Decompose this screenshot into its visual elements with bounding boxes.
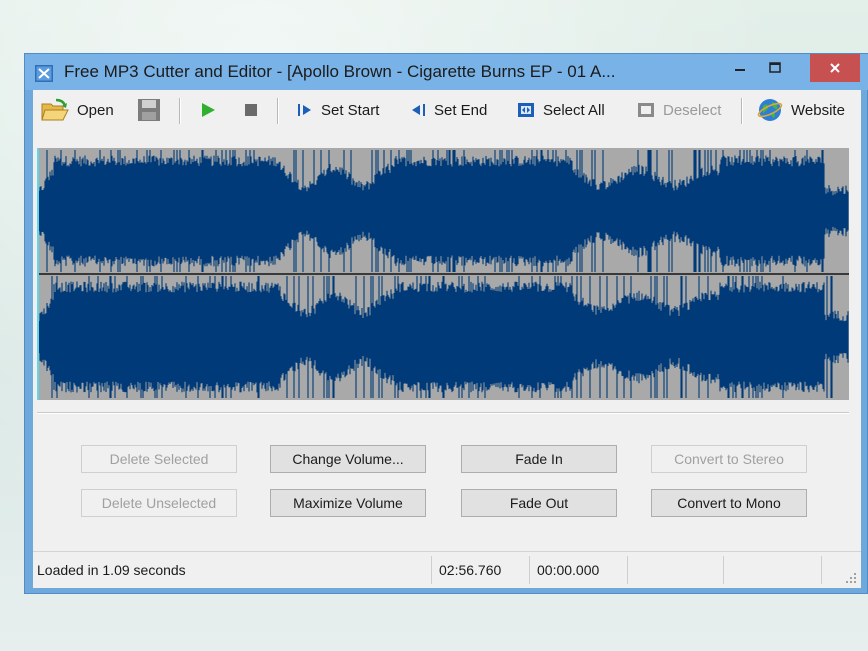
minimize-button[interactable] xyxy=(725,54,755,82)
close-button[interactable] xyxy=(810,54,860,82)
status-separator xyxy=(627,556,628,584)
deselect-icon xyxy=(638,103,654,117)
play-icon xyxy=(202,103,215,117)
playback-cursor[interactable] xyxy=(37,148,39,400)
save-icon xyxy=(138,99,160,121)
delete-unselected-button[interactable]: Delete Unselected xyxy=(81,489,237,517)
toolbar-separator xyxy=(179,98,181,124)
app-icon xyxy=(35,65,53,82)
status-position: 00:00.000 xyxy=(537,562,600,578)
panel-divider xyxy=(37,412,849,414)
app-window: Free MP3 Cutter and Editor - [Apollo Bro… xyxy=(24,53,868,594)
waveform-svg xyxy=(37,150,849,398)
resize-grip-icon[interactable] xyxy=(845,572,857,584)
status-bar: Loaded in 1.09 seconds 02:56.760 00:00.0… xyxy=(33,551,861,588)
play-button[interactable] xyxy=(199,97,217,123)
minimize-icon xyxy=(735,69,745,71)
fade-out-button[interactable]: Fade Out xyxy=(461,489,617,517)
status-separator xyxy=(431,556,432,584)
channel-divider xyxy=(37,273,849,275)
deselect-label: Deselect xyxy=(663,101,722,119)
set-end-icon xyxy=(412,104,425,116)
website-button[interactable]: Website xyxy=(757,97,845,123)
stop-icon xyxy=(245,104,257,116)
change-volume-button[interactable]: Change Volume... xyxy=(270,445,426,473)
deselect-button[interactable]: Deselect xyxy=(637,97,721,123)
maximize-volume-button[interactable]: Maximize Volume xyxy=(270,489,426,517)
select-all-label: Select All xyxy=(543,101,605,119)
status-separator xyxy=(821,556,822,584)
website-label: Website xyxy=(791,101,845,119)
status-separator xyxy=(529,556,530,584)
window-title: Free MP3 Cutter and Editor - [Apollo Bro… xyxy=(64,62,616,81)
title-bar[interactable]: Free MP3 Cutter and Editor - [Apollo Bro… xyxy=(25,54,868,90)
fade-in-button[interactable]: Fade In xyxy=(461,445,617,473)
maximize-icon xyxy=(769,62,781,73)
waveform-channel-1 xyxy=(37,150,849,272)
stop-button[interactable] xyxy=(243,97,259,123)
open-label: Open xyxy=(77,101,114,119)
select-all-button[interactable]: Select All xyxy=(517,97,605,123)
delete-selected-button[interactable]: Delete Selected xyxy=(81,445,237,473)
maximize-button[interactable] xyxy=(760,54,790,82)
client-area: Open Set Start Set End Select All Desele… xyxy=(33,90,861,588)
status-duration: 02:56.760 xyxy=(439,562,502,578)
set-end-button[interactable]: Set End xyxy=(410,97,487,123)
select-all-icon xyxy=(518,103,534,117)
set-start-button[interactable]: Set Start xyxy=(297,97,379,123)
set-end-label: Set End xyxy=(434,101,488,119)
convert-to-mono-button[interactable]: Convert to Mono xyxy=(651,489,807,517)
status-message: Loaded in 1.09 seconds xyxy=(37,562,186,578)
toolbar-separator xyxy=(741,98,743,124)
status-separator xyxy=(723,556,724,584)
convert-to-stereo-button[interactable]: Convert to Stereo xyxy=(651,445,807,473)
toolbar: Open Set Start Set End Select All Desele… xyxy=(33,90,861,130)
close-icon xyxy=(830,63,840,73)
set-start-icon xyxy=(298,104,311,116)
save-button[interactable] xyxy=(137,97,161,123)
waveform-display[interactable] xyxy=(37,148,849,400)
folder-open-icon xyxy=(41,98,69,121)
set-start-label: Set Start xyxy=(321,101,380,119)
waveform-channel-2 xyxy=(37,276,849,398)
open-button[interactable]: Open xyxy=(41,97,114,123)
globe-icon xyxy=(757,99,783,121)
toolbar-separator xyxy=(277,98,279,124)
